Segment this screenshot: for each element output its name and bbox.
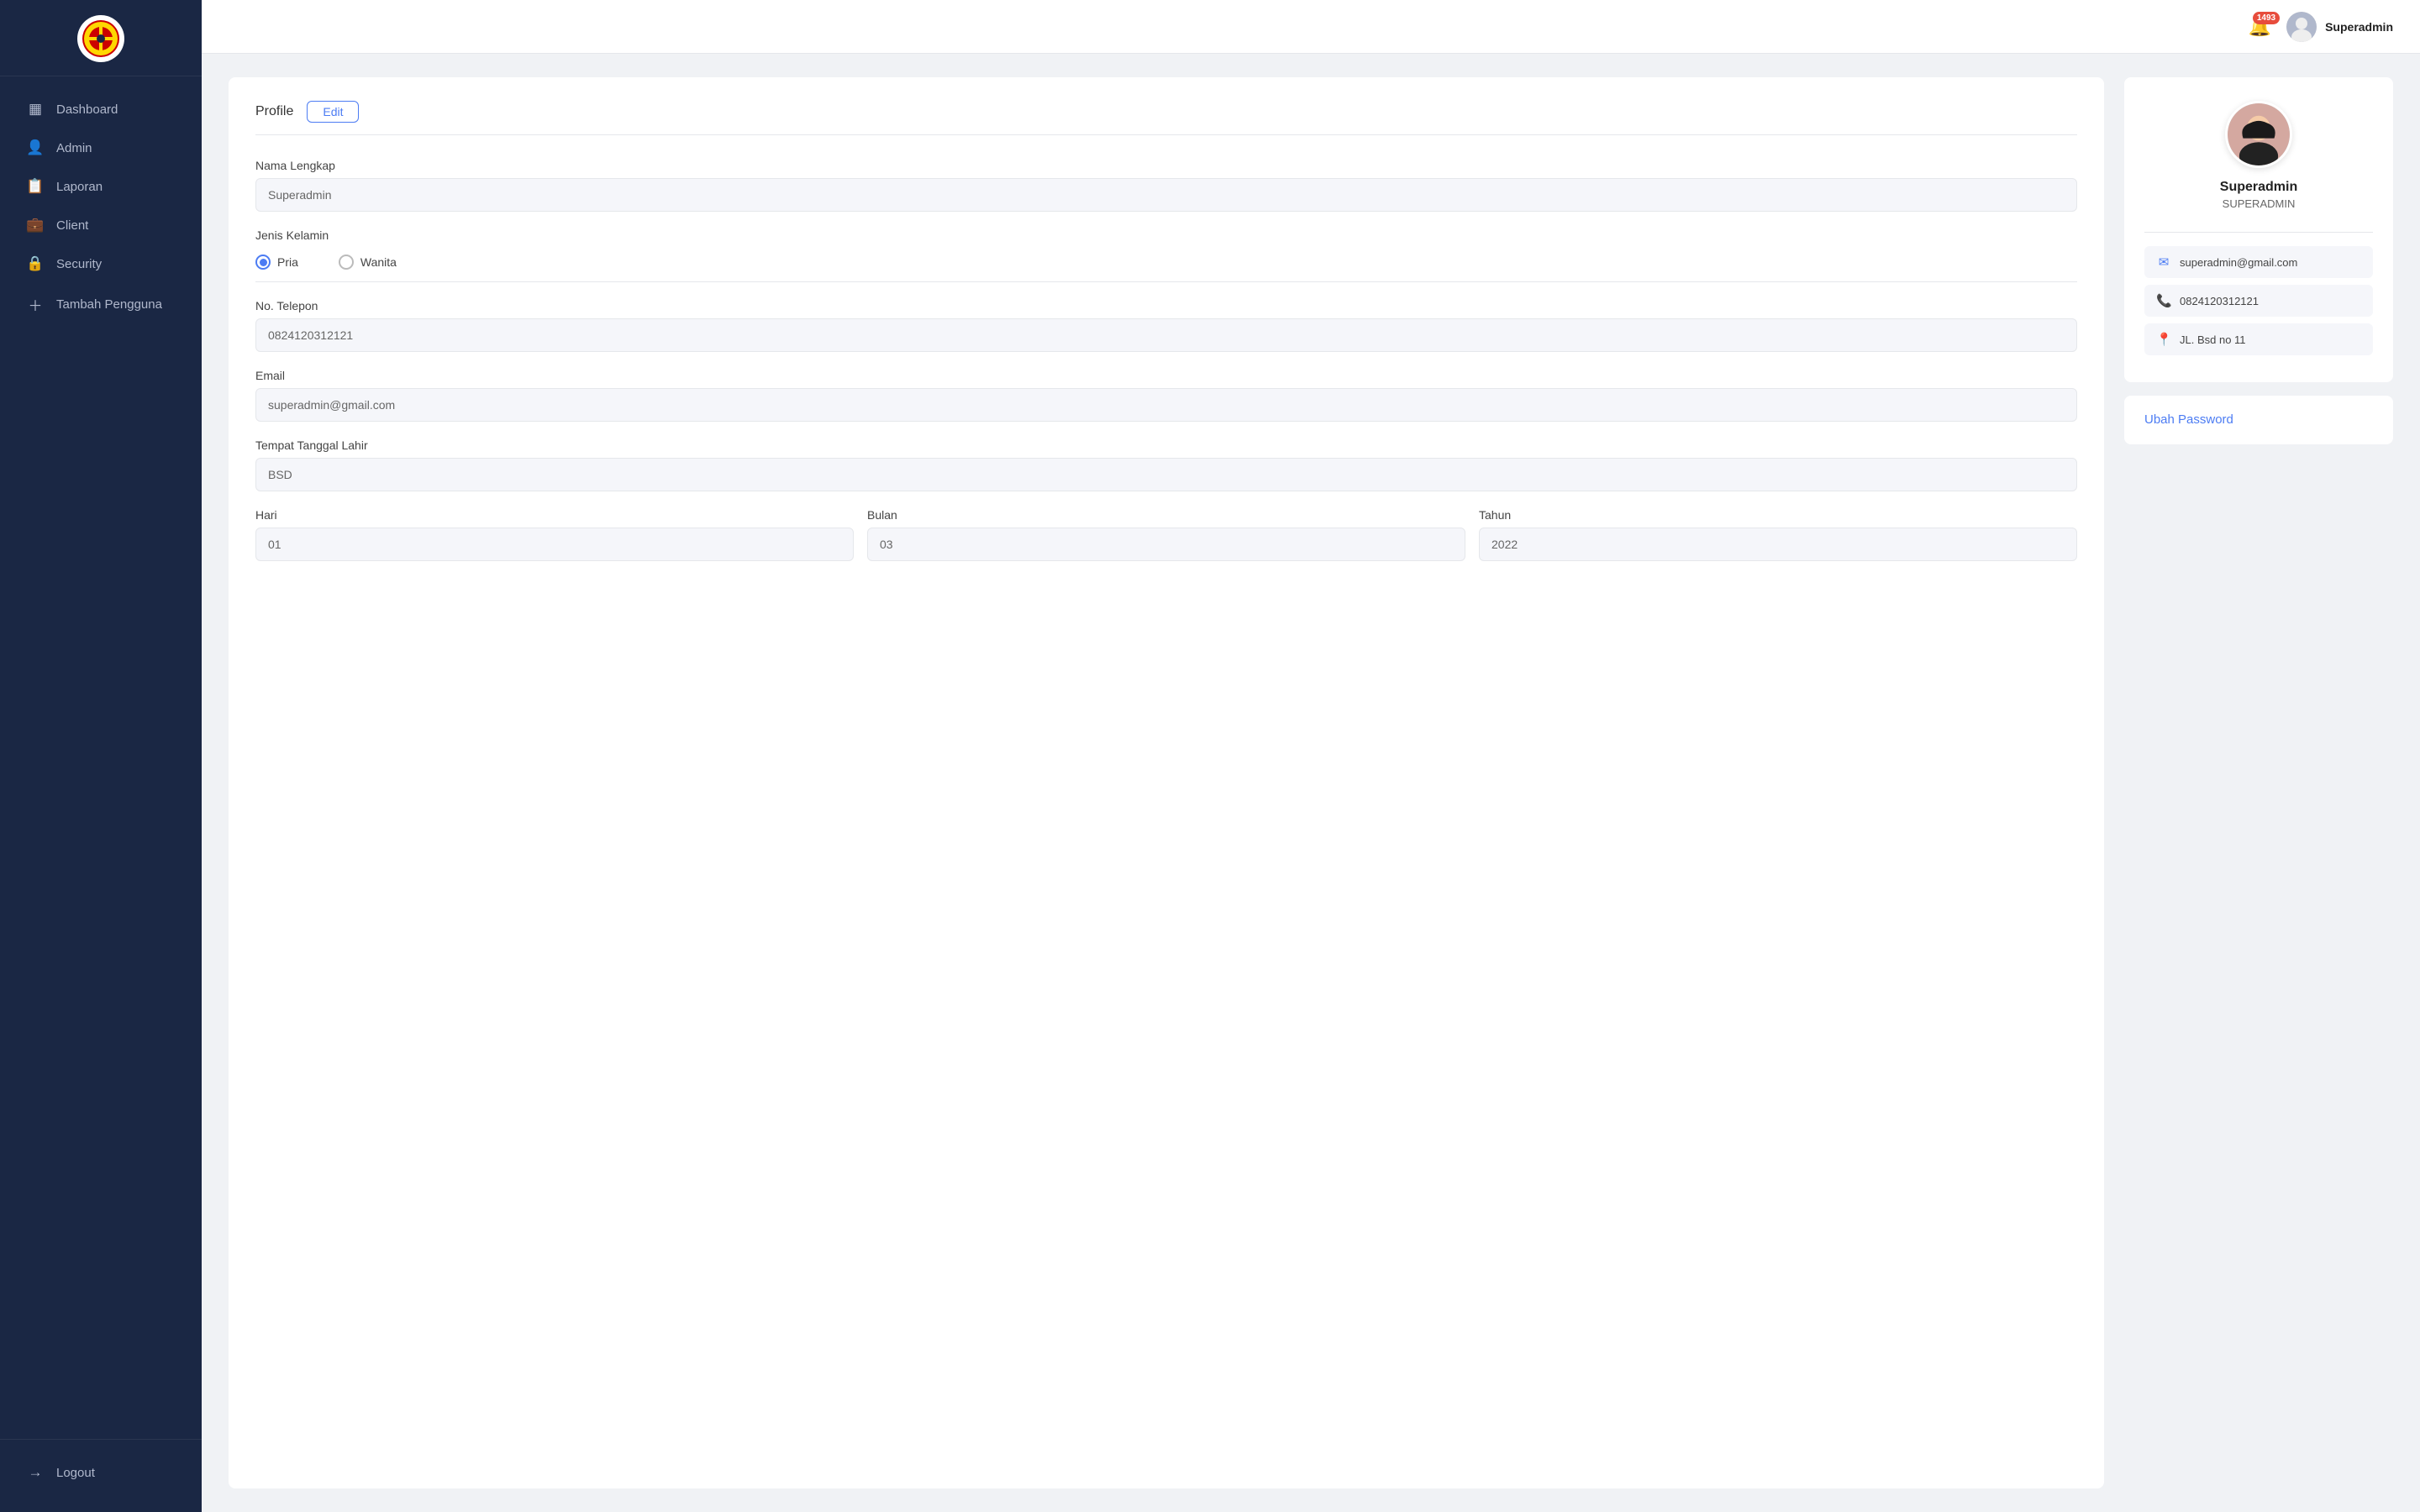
main-wrapper: 🔔 1493 Superadmin Profile Edit Nam	[202, 0, 2420, 1512]
phone-info-icon: 📞	[2156, 293, 2171, 308]
sidebar-item-logout[interactable]: → Logout	[0, 1453, 202, 1492]
tempat-lahir-input[interactable]	[255, 458, 2077, 491]
bulan-col: Bulan	[867, 508, 1465, 578]
content-area: Profile Edit Nama Lengkap Jenis Kelamin …	[202, 54, 2420, 1512]
profile-tab-label: Profile	[255, 104, 293, 119]
phone-info-text: 0824120312121	[2180, 295, 2259, 307]
tahun-group: Tahun	[1479, 508, 2077, 561]
radio-wanita-label: Wanita	[360, 255, 397, 269]
nama-lengkap-group: Nama Lengkap	[255, 159, 2077, 212]
bulan-input[interactable]	[867, 528, 1465, 561]
email-info-text: superadmin@gmail.com	[2180, 256, 2297, 269]
logout-icon: →	[26, 1464, 45, 1481]
sidebar-logo	[0, 0, 202, 76]
notification-badge: 1493	[2253, 12, 2280, 24]
email-input[interactable]	[255, 388, 2077, 422]
tempat-lahir-group: Tempat Tanggal Lahir	[255, 438, 2077, 491]
security-icon: 🔒	[26, 255, 45, 272]
profile-sidebar: Superadmin SUPERADMIN ✉ superadmin@gmail…	[2124, 77, 2393, 1488]
admin-icon: 👤	[26, 139, 45, 156]
user-info[interactable]: Superadmin	[2286, 12, 2393, 42]
profile-info-card: Superadmin SUPERADMIN ✉ superadmin@gmail…	[2124, 77, 2393, 382]
profile-main-card: Profile Edit Nama Lengkap Jenis Kelamin …	[229, 77, 2104, 1488]
sidebar-item-client[interactable]: 💼 Client	[0, 206, 202, 244]
sidebar: ▦ Dashboard 👤 Admin 📋 Laporan 💼 Client 🔒…	[0, 0, 202, 1512]
tahun-input[interactable]	[1479, 528, 2077, 561]
tahun-col: Tahun	[1479, 508, 2077, 578]
email-group: Email	[255, 369, 2077, 422]
radio-pria-circle	[255, 255, 271, 270]
no-telepon-input[interactable]	[255, 318, 2077, 352]
sidebar-item-label: Admin	[56, 141, 92, 155]
hari-input[interactable]	[255, 528, 854, 561]
radio-group: Pria Wanita	[255, 248, 2077, 282]
edit-button[interactable]: Edit	[307, 101, 359, 123]
logo-icon	[77, 15, 124, 62]
tempat-lahir-label: Tempat Tanggal Lahir	[255, 438, 2077, 452]
no-telepon-label: No. Telepon	[255, 299, 2077, 312]
sidebar-item-security[interactable]: 🔒 Security	[0, 244, 202, 283]
laporan-icon: 📋	[26, 178, 45, 195]
hari-col: Hari	[255, 508, 854, 578]
bulan-label: Bulan	[867, 508, 1465, 522]
tahun-label: Tahun	[1479, 508, 2077, 522]
profile-tabs: Profile Edit	[255, 101, 2077, 135]
nama-lengkap-label: Nama Lengkap	[255, 159, 2077, 172]
radio-pria[interactable]: Pria	[255, 255, 298, 270]
address-info-item: 📍 JL. Bsd no 11	[2144, 323, 2373, 355]
avatar	[2286, 12, 2317, 42]
email-label: Email	[255, 369, 2077, 382]
hari-group: Hari	[255, 508, 854, 561]
nama-lengkap-input[interactable]	[255, 178, 2077, 212]
profile-card-role: SUPERADMIN	[2223, 197, 2296, 210]
topbar: 🔔 1493 Superadmin	[202, 0, 2420, 54]
password-card: Ubah Password	[2124, 396, 2393, 444]
divider	[2144, 232, 2373, 233]
profile-photo	[2225, 101, 2292, 168]
bulan-group: Bulan	[867, 508, 1465, 561]
radio-pria-label: Pria	[277, 255, 298, 269]
user-name: Superadmin	[2325, 20, 2393, 34]
sidebar-item-dashboard[interactable]: ▦ Dashboard	[0, 90, 202, 129]
sidebar-item-label: Laporan	[56, 180, 103, 194]
sidebar-bottom: → Logout	[0, 1439, 202, 1512]
date-row: Hari Bulan Tahun	[255, 508, 2077, 578]
address-info-text: JL. Bsd no 11	[2180, 333, 2246, 346]
sidebar-item-laporan[interactable]: 📋 Laporan	[0, 167, 202, 206]
hari-label: Hari	[255, 508, 854, 522]
sidebar-nav: ▦ Dashboard 👤 Admin 📋 Laporan 💼 Client 🔒…	[0, 76, 202, 1439]
sidebar-item-admin[interactable]: 👤 Admin	[0, 129, 202, 167]
jenis-kelamin-label: Jenis Kelamin	[255, 228, 2077, 242]
radio-wanita[interactable]: Wanita	[339, 255, 397, 270]
sidebar-item-label: Client	[56, 218, 88, 233]
profile-card-name: Superadmin	[2220, 180, 2297, 195]
logout-label: Logout	[56, 1466, 95, 1480]
tambah-icon: ＋	[26, 294, 45, 315]
address-info-icon: 📍	[2156, 332, 2171, 347]
sidebar-item-label: Dashboard	[56, 102, 118, 117]
sidebar-item-label: Security	[56, 257, 102, 271]
radio-wanita-circle	[339, 255, 354, 270]
client-icon: 💼	[26, 217, 45, 234]
jenis-kelamin-group: Jenis Kelamin Pria Wanita	[255, 228, 2077, 282]
sidebar-item-tambah-pengguna[interactable]: ＋ Tambah Pengguna	[0, 283, 202, 326]
dashboard-icon: ▦	[26, 101, 45, 118]
no-telepon-group: No. Telepon	[255, 299, 2077, 352]
email-info-icon: ✉	[2156, 255, 2171, 270]
notification-button[interactable]: 🔔 1493	[2249, 16, 2271, 38]
phone-info-item: 📞 0824120312121	[2144, 285, 2373, 317]
sidebar-item-label: Tambah Pengguna	[56, 297, 162, 312]
email-info-item: ✉ superadmin@gmail.com	[2144, 246, 2373, 278]
ubah-password-link[interactable]: Ubah Password	[2144, 412, 2233, 427]
